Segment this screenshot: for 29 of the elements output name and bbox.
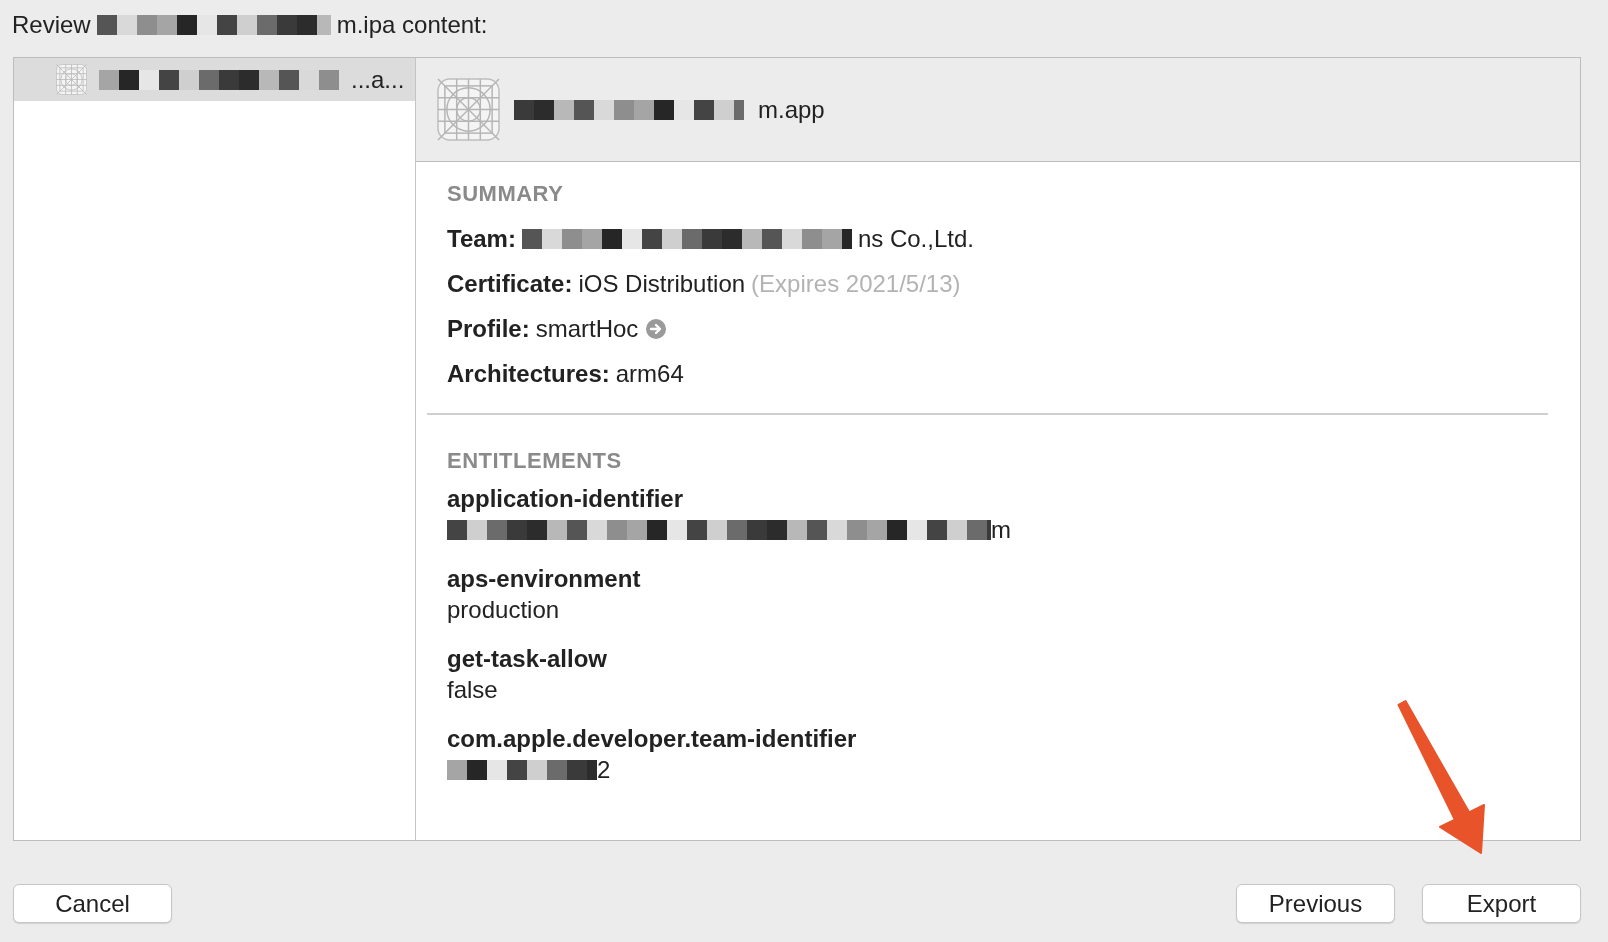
entitlement-value: m <box>991 515 1011 544</box>
entitlement-key: aps-environment <box>447 563 641 594</box>
entitlement-key: com.apple.developer.team-identifier <box>447 723 857 754</box>
arrow-circle-icon[interactable] <box>646 318 667 339</box>
field-label: Architectures: <box>447 359 610 388</box>
export-button[interactable]: Export <box>1422 884 1581 923</box>
field-value: ns Co.,Ltd. <box>857 224 974 253</box>
field-label: Team: <box>447 224 516 253</box>
entitlement-value: false <box>447 675 498 704</box>
review-title: m.ipa content: <box>336 11 488 39</box>
sidebar-item[interactable]: ...a... <box>14 58 415 101</box>
entitlement-key: application-identifier <box>447 483 683 514</box>
section-heading: ENTITLEMENTS <box>447 447 622 475</box>
app-grid-icon <box>56 64 87 95</box>
field-value: arm64 <box>615 359 684 388</box>
field-label: Certificate: <box>447 269 573 298</box>
expiry-note: (Expires 2021/5/13) <box>751 269 961 298</box>
entitlement-value: production <box>447 595 560 624</box>
field-label: Profile: <box>447 314 530 343</box>
app-grid-icon <box>437 78 500 141</box>
review-title: Review <box>12 11 91 39</box>
cancel-button[interactable]: Cancel <box>13 884 172 923</box>
field-value: smartHoc <box>535 314 639 343</box>
app-name: m.app <box>758 95 825 124</box>
field-value: iOS Distribution <box>578 269 746 298</box>
entitlement-value: 2 <box>597 755 611 784</box>
previous-button[interactable]: Previous <box>1236 884 1395 923</box>
entitlement-key: get-task-allow <box>447 643 608 674</box>
section-heading: SUMMARY <box>447 180 564 208</box>
